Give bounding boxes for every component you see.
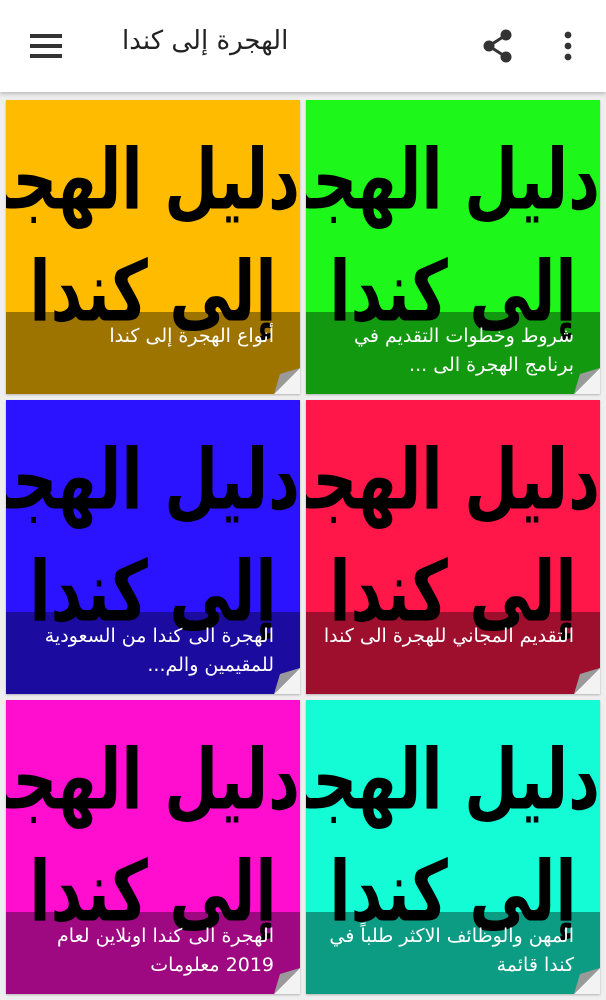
article-card[interactable]: دليل الهجرة إلى كندا أنواع الهجرة إلى كن… <box>6 100 300 394</box>
cover-title-line: دليل الهجرة <box>306 130 600 229</box>
card-caption: الهجرة الى كندا اونلاين لعام 2019 معلوما… <box>57 925 274 976</box>
page-curl-icon <box>274 668 300 694</box>
article-card[interactable]: دليل الهجرة إلى كندا شروط وخطوات التقديم… <box>306 100 600 394</box>
article-card[interactable]: دليل الهجرة إلى كندا المهن والوظائف الاك… <box>306 700 600 994</box>
card-caption-bar: الهجرة الى كندا اونلاين لعام 2019 معلوما… <box>6 912 300 994</box>
card-caption-bar: شروط وخطوات التقديم في برنامج الهجرة الى… <box>306 312 600 394</box>
page-curl-icon <box>274 368 300 394</box>
cover-title-line: دليل الهجرة <box>306 730 600 829</box>
card-caption-bar: المهن والوظائف الاكثر طلباً في كندا قائم… <box>306 912 600 994</box>
card-caption: المهن والوظائف الاكثر طلباً في كندا قائم… <box>329 925 574 976</box>
page-curl-icon <box>274 968 300 994</box>
app-bar: الهجرة إلى كندا <box>0 0 606 92</box>
card-caption: أنواع الهجرة إلى كندا <box>109 325 274 347</box>
article-card[interactable]: دليل الهجرة إلى كندا التقديم المجاني لله… <box>306 400 600 694</box>
cover-title-line: دليل الهجرة <box>6 730 300 829</box>
page-curl-icon <box>574 968 600 994</box>
article-card[interactable]: دليل الهجرة إلى كندا الهجرة الى كندا اون… <box>6 700 300 994</box>
cover-title-line: دليل الهجرة <box>306 430 600 529</box>
article-grid: دليل الهجرة إلى كندا شروط وخطوات التقديم… <box>0 94 606 1000</box>
page-curl-icon <box>574 368 600 394</box>
hamburger-menu-icon[interactable] <box>26 26 66 66</box>
card-caption: الهجرة الى كندا من السعودية للمقيمين وال… <box>44 625 274 676</box>
more-vert-icon[interactable] <box>548 26 588 66</box>
card-caption: شروط وخطوات التقديم في برنامج الهجرة الى… <box>354 325 574 376</box>
card-caption-bar: التقديم المجاني للهجرة الى كندا <box>306 612 600 694</box>
cover-title-line: دليل الهجرة <box>6 430 300 529</box>
cover-title-line: دليل الهجرة <box>6 130 300 229</box>
page-title: الهجرة إلى كندا <box>122 26 289 56</box>
card-caption-bar: أنواع الهجرة إلى كندا <box>6 312 300 394</box>
share-icon[interactable] <box>478 26 518 66</box>
card-caption-bar: الهجرة الى كندا من السعودية للمقيمين وال… <box>6 612 300 694</box>
page-curl-icon <box>574 668 600 694</box>
article-card[interactable]: دليل الهجرة إلى كندا الهجرة الى كندا من … <box>6 400 300 694</box>
card-caption: التقديم المجاني للهجرة الى كندا <box>323 625 574 647</box>
